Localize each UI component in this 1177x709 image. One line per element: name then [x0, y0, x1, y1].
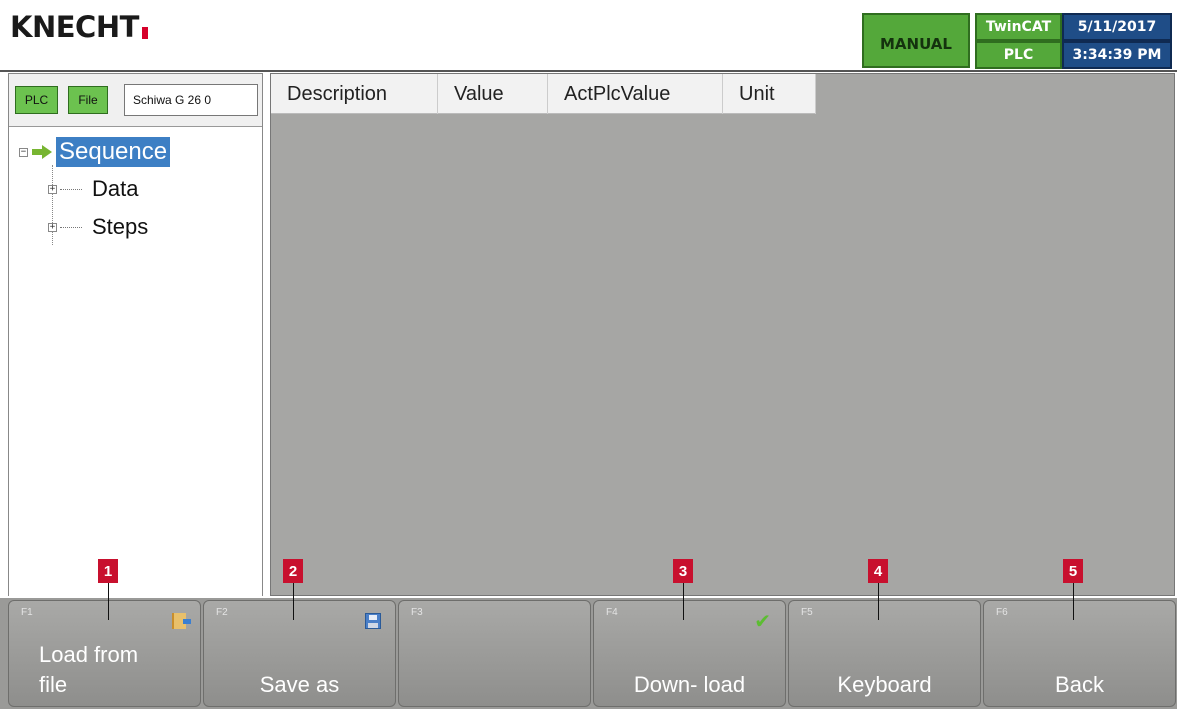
f3-key-code: F3	[411, 607, 423, 618]
header-bar: KNECHT MANUAL TwinCAT PLC 5/11/2017 3:34…	[0, 0, 1177, 72]
f4-download-button[interactable]: F4 ✔ Down- load	[593, 600, 786, 707]
f5-label: Keyboard	[837, 672, 932, 697]
plc-indicator: PLC	[975, 41, 1062, 69]
time-display: 3:34:39 PM	[1062, 41, 1172, 69]
tree-node-sequence-label[interactable]: Sequence	[56, 137, 171, 167]
save-icon	[365, 613, 381, 629]
f3-button[interactable]: F3	[398, 600, 591, 707]
parameter-table-panel: Description Value ActPlcValue Unit	[270, 73, 1175, 596]
callout-line-1	[108, 583, 109, 620]
header-divider	[0, 70, 1177, 72]
checkmark-icon: ✔	[754, 609, 771, 633]
f5-key-code: F5	[801, 607, 813, 618]
callout-marker-4: 4	[868, 559, 888, 583]
function-key-bar: F1 Load from file F2 Save as F3 F4 ✔ Dow…	[0, 598, 1177, 709]
f5-keyboard-button[interactable]: F5 Keyboard	[788, 600, 981, 707]
tree-node-steps-label[interactable]: Steps	[92, 214, 148, 240]
sequence-tree: − Sequence + Data + Steps	[9, 126, 262, 596]
tree-node-steps[interactable]: + Steps	[48, 214, 148, 240]
tree-node-sequence[interactable]: − Sequence	[19, 137, 171, 167]
callout-line-5	[1073, 583, 1074, 620]
f1-label: Load from file	[39, 642, 139, 697]
f4-label: Down- load	[633, 672, 746, 697]
sequence-tree-panel: PLC File Schiwa G 26 0 − Sequence + Data…	[8, 73, 263, 596]
load-folder-icon	[172, 613, 191, 629]
f2-key-code: F2	[216, 607, 228, 618]
f1-load-from-file-button[interactable]: F1 Load from file	[8, 600, 201, 707]
logo-dot	[141, 27, 148, 39]
date-display: 5/11/2017	[1062, 13, 1172, 41]
callout-marker-5: 5	[1063, 559, 1083, 583]
callout-marker-3: 3	[673, 559, 693, 583]
column-header-value[interactable]: Value	[438, 74, 548, 114]
f2-label: Save as	[259, 672, 340, 697]
callout-line-2	[293, 583, 294, 620]
column-header-actplcvalue[interactable]: ActPlcValue	[548, 74, 723, 114]
tree-connector	[60, 188, 82, 190]
callout-line-4	[878, 583, 879, 620]
tree-node-data[interactable]: + Data	[48, 176, 138, 202]
mode-indicator: MANUAL	[862, 13, 970, 68]
f2-save-as-button[interactable]: F2 Save as	[203, 600, 396, 707]
callout-marker-2: 2	[283, 559, 303, 583]
column-header-unit[interactable]: Unit	[723, 74, 816, 114]
plc-source-button[interactable]: PLC	[15, 86, 58, 114]
tree-connector	[60, 226, 82, 228]
collapse-icon[interactable]: −	[19, 147, 28, 157]
column-header-description[interactable]: Description	[271, 74, 438, 114]
f4-key-code: F4	[606, 607, 618, 618]
expand-icon[interactable]: +	[48, 184, 57, 194]
table-header: Description Value ActPlcValue Unit	[271, 74, 816, 114]
runtime-indicator: TwinCAT	[975, 13, 1062, 41]
f6-label: Back	[1055, 672, 1104, 697]
f6-key-code: F6	[996, 607, 1008, 618]
knecht-logo: KNECHT	[10, 10, 148, 44]
callout-marker-1: 1	[98, 559, 118, 583]
sequence-name-field[interactable]: Schiwa G 26 0	[124, 84, 258, 116]
tree-node-data-label[interactable]: Data	[92, 176, 138, 202]
f6-back-button[interactable]: F6 Back	[983, 600, 1176, 707]
callout-line-3	[683, 583, 684, 620]
expand-icon[interactable]: +	[48, 222, 57, 232]
file-source-button[interactable]: File	[68, 86, 108, 114]
f1-key-code: F1	[21, 607, 33, 618]
arrow-right-icon	[32, 145, 52, 159]
